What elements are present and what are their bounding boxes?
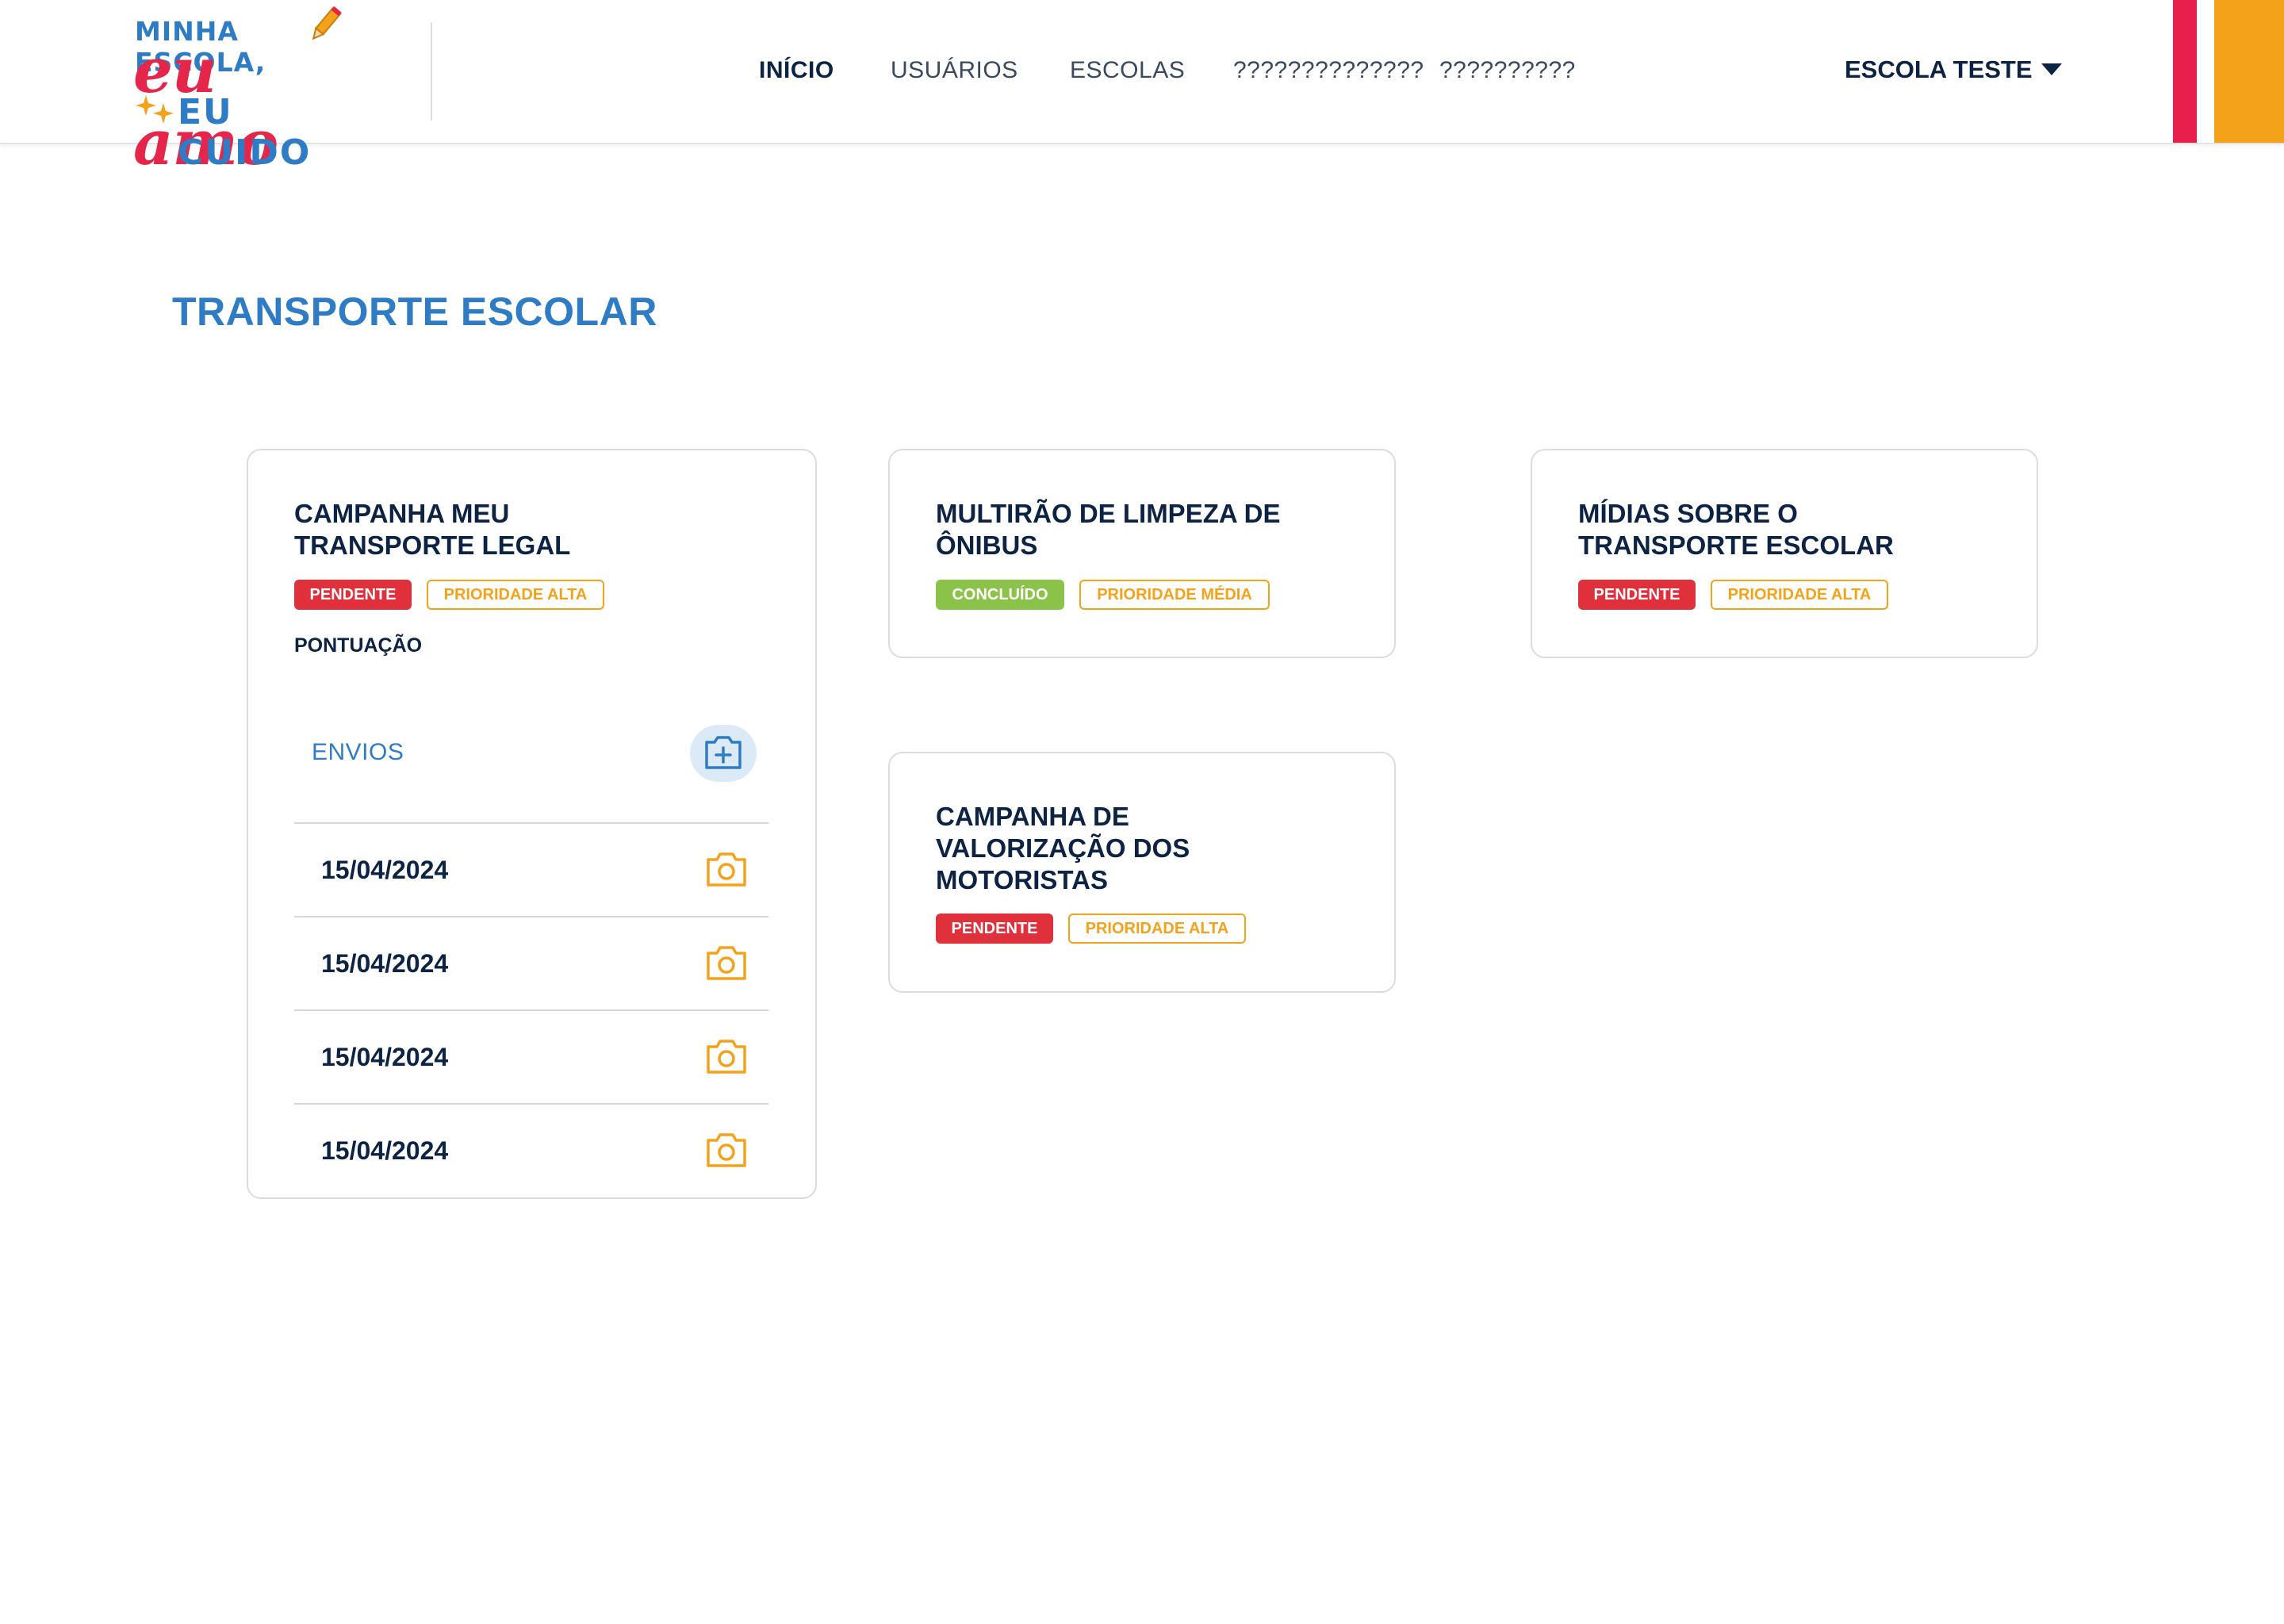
status-badge: PENDENTE (294, 580, 412, 610)
card-title-line: MÍDIAS SOBRE O (1578, 499, 1798, 528)
submission-date: 15/04/2024 (321, 1136, 449, 1165)
camera-icon[interactable] (705, 849, 748, 889)
submission-row[interactable]: 15/04/2024 (294, 822, 768, 917)
school-selector[interactable]: ESCOLA TESTE (1845, 56, 2033, 84)
accent-stripe-orange (2214, 0, 2284, 143)
card-title-line: MULTIRÃO DE LIMPEZA DE (936, 499, 1281, 528)
status-badge: PENDENTE (1578, 580, 1696, 610)
card-title-line: ÔNIBUS (936, 530, 1038, 560)
card-title-line: VALORIZAÇÃO DOS (936, 833, 1190, 863)
add-submission-button[interactable] (690, 725, 757, 782)
logo-line-3: EU CUIDO (178, 92, 312, 173)
task-card-campanha-transporte-legal[interactable]: CAMPANHA MEU TRANSPORTE LEGAL PENDENTE P… (247, 449, 817, 1199)
task-card-midias-transporte[interactable]: MÍDIAS SOBRE O TRANSPORTE ESCOLAR PENDEN… (1531, 449, 2038, 658)
task-card-valorizacao-motoristas[interactable]: CAMPANHA DE VALORIZAÇÃO DOS MOTORISTAS P… (888, 752, 1396, 993)
page-title: TRANSPORTE ESCOLAR (172, 289, 657, 334)
task-card-multirao-limpeza[interactable]: MULTIRÃO DE LIMPEZA DE ÔNIBUS CONCLUÍDO … (888, 449, 1396, 658)
logo[interactable]: MINHA ESCOLA, eu amo EU CUIDO (133, 5, 342, 179)
submission-row[interactable]: 15/04/2024 (294, 916, 768, 1011)
score-label: PONTUAÇÃO (294, 634, 423, 657)
card-title: MULTIRÃO DE LIMPEZA DE ÔNIBUS (936, 498, 1280, 561)
nav-item-unknown-1[interactable]: ?????????????? (1233, 57, 1424, 84)
add-photo-icon (705, 736, 742, 769)
header-divider (431, 22, 432, 121)
camera-icon[interactable] (705, 943, 748, 982)
camera-icon[interactable] (705, 1130, 748, 1170)
nav-item-escolas[interactable]: ESCOLAS (1070, 57, 1185, 84)
nav-item-inicio[interactable]: INÍCIO (759, 57, 834, 84)
status-badge: PENDENTE (936, 914, 1053, 944)
submissions-label: ENVIOS (312, 739, 404, 765)
camera-icon[interactable] (705, 1036, 748, 1076)
card-title-line: TRANSPORTE LEGAL (294, 530, 571, 560)
caret-down-icon[interactable] (2041, 63, 2062, 76)
accent-stripe-red (2173, 0, 2197, 143)
nav-item-unknown-2[interactable]: ?????????? (1439, 57, 1576, 84)
priority-badge: PRIORIDADE ALTA (427, 580, 604, 610)
card-title-line: MOTORISTAS (936, 865, 1108, 894)
nav-item-usuarios[interactable]: USUÁRIOS (891, 57, 1018, 84)
card-title: CAMPANHA MEU TRANSPORTE LEGAL (294, 498, 570, 561)
priority-badge: PRIORIDADE ALTA (1068, 914, 1246, 944)
submission-date: 15/04/2024 (321, 856, 449, 884)
submission-row[interactable]: 15/04/2024 (294, 1103, 768, 1198)
sparkle-icon (136, 95, 174, 124)
card-title: CAMPANHA DE VALORIZAÇÃO DOS MOTORISTAS (936, 801, 1190, 896)
card-title-line: CAMPANHA DE (936, 802, 1129, 831)
submission-date: 15/04/2024 (321, 1043, 449, 1071)
submission-row[interactable]: 15/04/2024 (294, 1009, 768, 1105)
card-title-line: TRANSPORTE ESCOLAR (1578, 530, 1894, 560)
submission-date: 15/04/2024 (321, 949, 449, 978)
priority-badge: PRIORIDADE ALTA (1711, 580, 1888, 610)
card-title: MÍDIAS SOBRE O TRANSPORTE ESCOLAR (1578, 498, 1894, 561)
top-header: MINHA ESCOLA, eu amo EU CUIDO INÍCIO USU… (0, 0, 2284, 179)
priority-badge: PRIORIDADE MÉDIA (1079, 580, 1270, 610)
card-title-line: CAMPANHA MEU (294, 499, 510, 528)
status-badge: CONCLUÍDO (936, 580, 1064, 610)
